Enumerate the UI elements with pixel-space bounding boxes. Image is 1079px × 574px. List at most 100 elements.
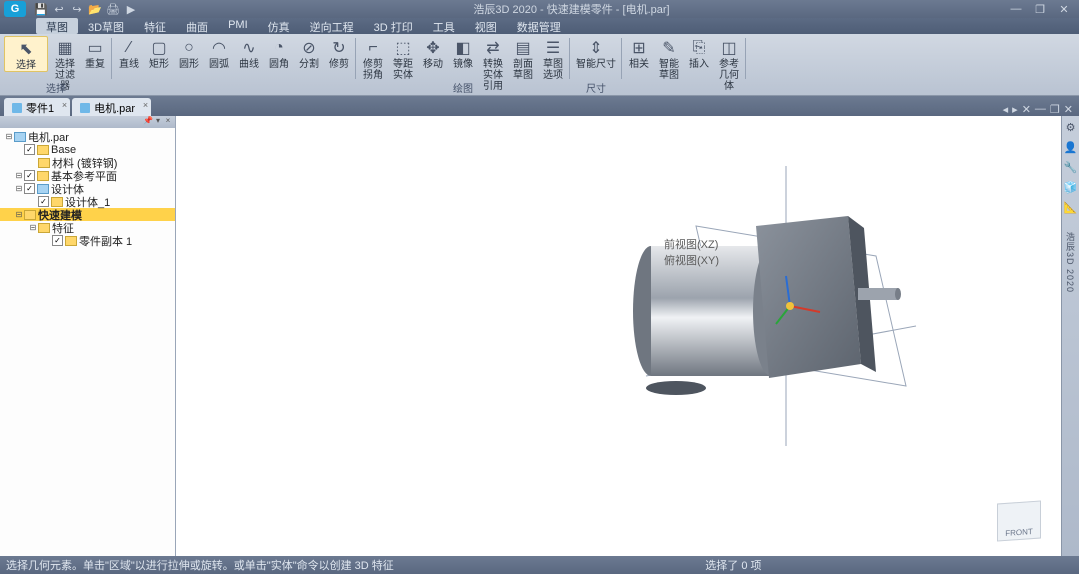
node-icon [65,236,77,246]
tab-prev-icon[interactable]: ◂ [1003,103,1009,116]
rect-icon: ▢ [149,38,169,58]
menu-3D草图[interactable]: 3D草图 [78,18,134,34]
status-bar: 选择几何元素。单击"区域"以进行拉伸或旋转。或单击"实体"命令以创建 3D 特征… [0,556,1079,574]
visibility-checkbox[interactable]: ✓ [52,235,63,246]
ribbon-curve-button[interactable]: ∿曲线 [236,36,262,70]
3d-viewport[interactable]: 前视图(XZ) 俯视图(XY) FRONT [176,116,1061,556]
insert-icon: ⎘ [689,38,709,58]
tree-node[interactable]: ⊟电机.par [0,130,175,143]
qa-play-icon[interactable]: ▶ [124,2,138,16]
app-logo: G [4,1,26,17]
ribbon-insert-button[interactable]: ⎘插入 [686,36,712,70]
select-icon: ⬉ [16,39,36,59]
minimize-button[interactable]: — [1005,3,1027,16]
ref-geom-icon: ◫ [719,38,739,58]
circle-icon: ○ [179,38,199,58]
close-button[interactable]: ✕ [1053,3,1075,16]
menu-数据管理[interactable]: 数据管理 [507,18,571,34]
tab-next-icon[interactable]: ▸ [1012,103,1018,116]
ribbon-relation-button[interactable]: ⊞相关 [626,36,652,70]
document-tabs: 零件1 × 电机.par × ◂ ▸ ✕ — ❐ ✕ [0,96,1079,116]
ribbon-label: 相关 [629,59,649,70]
qa-redo-icon[interactable]: ↪ [70,2,84,16]
qa-open-icon[interactable]: 📂 [88,2,102,16]
mirror-icon: ◧ [453,38,473,58]
ribbon-offset-solid-button[interactable]: ⬚等距实体 [390,36,416,81]
maximize-button[interactable]: ❐ [1029,3,1051,16]
ribbon-smart-sketch-button[interactable]: ✎智能草图 [656,36,682,81]
rail-cube-icon[interactable]: 🧊 [1064,180,1078,194]
panel-close-icon[interactable]: × [163,116,173,128]
tab-close-icon[interactable]: ✕ [1022,103,1031,116]
ribbon-trim-corner-button[interactable]: ⌐修剪拐角 [360,36,386,81]
expand-icon[interactable]: ⊟ [14,210,24,219]
visibility-checkbox[interactable]: ✓ [38,196,49,207]
window-controls: — ❐ ✕ [1005,3,1075,16]
qa-print-icon[interactable]: 🖨 [106,2,120,16]
ribbon-circle-button[interactable]: ○圆形 [176,36,202,70]
rail-tool-icon[interactable]: 🔧 [1064,160,1078,174]
group-label [116,80,352,94]
dropdown-icon[interactable]: ▾ [153,116,163,128]
group-label: 绘图 [360,80,566,94]
tree-node[interactable]: ⊟快速建模 [0,208,175,221]
menu-草图[interactable]: 草图 [36,18,78,34]
tree-node[interactable]: ⊟✓基本参考平面 [0,169,175,182]
ribbon-smart-dim-button[interactable]: ⇕智能尺寸 [574,36,618,70]
ribbon-label: 矩形 [149,59,169,70]
menu-曲面[interactable]: 曲面 [176,18,218,34]
view-cube[interactable]: FRONT [997,500,1041,541]
ribbon-select-button[interactable]: ⬉选择 [4,36,48,72]
ribbon-line-button[interactable]: ∕直线 [116,36,142,70]
qa-save-icon[interactable]: 💾 [34,2,48,16]
expand-icon[interactable]: ⊟ [4,132,14,141]
menu-视图[interactable]: 视图 [465,18,507,34]
node-icon [38,158,50,168]
ribbon-rotate-button[interactable]: ↻修剪 [326,36,352,70]
node-icon [37,184,49,194]
tree-node[interactable]: ✓零件副本 1 [0,234,175,247]
menu-逆向工程[interactable]: 逆向工程 [300,18,364,34]
ribbon-fillet-button[interactable]: ◔圆角 [266,36,292,70]
ribbon-repeat-button[interactable]: ▭重复 [82,36,108,70]
node-label: 特征 [52,220,74,236]
rail-user-icon[interactable]: 👤 [1064,140,1078,154]
expand-icon[interactable]: ⊟ [14,171,24,180]
ribbon-rect-button[interactable]: ▢矩形 [146,36,172,70]
select-filter-icon: ▦ [55,38,75,58]
visibility-checkbox[interactable]: ✓ [24,144,35,155]
rail-settings-icon[interactable]: ⚙ [1064,120,1078,134]
ribbon-label: 曲线 [239,59,259,70]
ribbon-sketch-options-button[interactable]: ☰草图选项 [540,36,566,81]
close-icon[interactable]: × [62,100,67,110]
ribbon-move-button[interactable]: ✥移动 [420,36,446,70]
ribbon-arc-button[interactable]: ◠圆弧 [206,36,232,70]
ribbon-label: 智能尺寸 [576,59,616,70]
doc-close-icon[interactable]: ✕ [1064,103,1073,116]
tab-part1[interactable]: 零件1 × [4,98,70,116]
visibility-checkbox[interactable]: ✓ [24,183,35,194]
expand-icon[interactable]: ⊟ [14,184,24,193]
doc-min-icon[interactable]: — [1035,103,1046,116]
tab-motor[interactable]: 电机.par × [72,98,151,116]
rail-geom-icon[interactable]: 📐 [1064,200,1078,214]
pin-icon[interactable]: 📌 [143,116,153,128]
ribbon-group: ⌐修剪拐角⬚等距实体✥移动◧镜像⇄转换实体引用▤剖面草图☰草图选项绘图 [356,34,570,95]
tree-node[interactable]: ✓设计体_1 [0,195,175,208]
menu-3D 打印[interactable]: 3D 打印 [364,18,423,34]
expand-icon[interactable]: ⊟ [28,223,38,232]
ribbon-section-sketch-button[interactable]: ▤剖面草图 [510,36,536,81]
ribbon-mirror-button[interactable]: ◧镜像 [450,36,476,70]
qa-undo-icon[interactable]: ↩ [52,2,66,16]
ribbon-split-button[interactable]: ⊘分割 [296,36,322,70]
ribbon-label: 修剪 [329,59,349,70]
menu-PMI[interactable]: PMI [218,18,258,34]
ribbon-label: 智能草图 [656,59,682,81]
menu-仿真[interactable]: 仿真 [258,18,300,34]
doc-max-icon[interactable]: ❐ [1050,103,1060,116]
ribbon-label: 分割 [299,59,319,70]
menu-工具[interactable]: 工具 [423,18,465,34]
visibility-checkbox[interactable]: ✓ [24,170,35,181]
menu-特征[interactable]: 特征 [134,18,176,34]
close-icon[interactable]: × [143,100,148,110]
